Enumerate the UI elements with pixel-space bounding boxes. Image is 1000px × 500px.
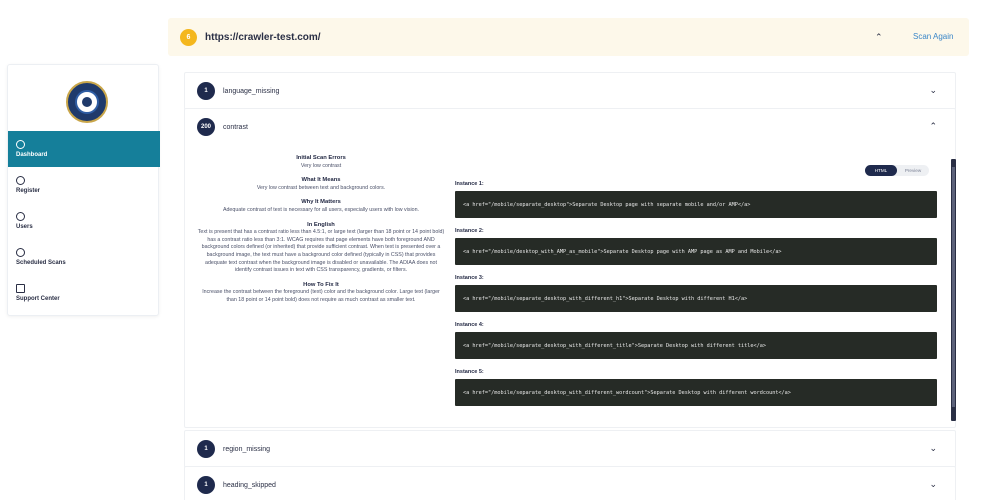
sidebar-item-label: Users bbox=[16, 224, 33, 230]
issue-name: language_missing bbox=[223, 87, 280, 95]
issue-count-badge: 1 bbox=[197, 82, 215, 100]
instance-code: <a href="/mobile/desktop_with_AMP_as_mob… bbox=[455, 238, 937, 265]
issue-heading-skipped: 1 heading_skipped ⌄ bbox=[184, 466, 956, 500]
instance-label: Instance 4: bbox=[455, 322, 484, 328]
instance-code: <a href="/mobile/separate_desktop_with_d… bbox=[455, 332, 937, 359]
sidebar-item-support-center[interactable]: Support Center bbox=[8, 275, 160, 311]
chevron-down-icon[interactable]: ⌄ bbox=[929, 479, 937, 490]
chevron-up-icon[interactable]: ⌃ bbox=[875, 32, 883, 43]
instance-label: Instance 3: bbox=[455, 275, 484, 281]
chevron-down-icon[interactable]: ⌄ bbox=[929, 85, 937, 96]
in-english-text: Text is present that has a contrast rati… bbox=[197, 229, 445, 274]
how-to-fix-text: Increase the contrast between the foregr… bbox=[202, 289, 440, 303]
sidebar: Dashboard Register Users Scheduled Scans… bbox=[7, 64, 160, 316]
view-toggle: HTML Preview bbox=[865, 165, 929, 176]
instance-item: Instance 4: <a href="/mobile/separate_de… bbox=[455, 322, 937, 359]
issue-details: Initial Scan Errors Very low contrast Wh… bbox=[185, 145, 957, 429]
instance-code: <a href="/mobile/separate_desktop">Separ… bbox=[455, 191, 937, 218]
support-icon bbox=[16, 284, 25, 293]
instance-label: Instance 5: bbox=[455, 369, 484, 375]
instance-code: <a href="/mobile/separate_desktop_with_d… bbox=[455, 379, 937, 406]
sidebar-item-label: Support Center bbox=[16, 296, 60, 302]
scrollbar-thumb[interactable] bbox=[952, 167, 955, 407]
instance-code: <a href="/mobile/separate_desktop_with_d… bbox=[455, 285, 937, 312]
initial-scan-text: Very low contrast bbox=[300, 162, 342, 169]
initial-scan-heading: Initial Scan Errors bbox=[296, 155, 346, 161]
instances-scrollbar[interactable] bbox=[951, 159, 956, 421]
issue-description: Initial Scan Errors Very low contrast Wh… bbox=[197, 155, 445, 305]
issue-header[interactable]: 1 language_missing ⌄ bbox=[185, 73, 955, 109]
sidebar-item-dashboard[interactable]: Dashboard bbox=[8, 131, 160, 167]
issue-count-badge: 1 bbox=[197, 476, 215, 494]
in-english-heading: In English bbox=[307, 221, 335, 228]
scan-again-button[interactable]: Scan Again bbox=[913, 32, 953, 41]
instance-item: Instance 5: <a href="/mobile/separate_de… bbox=[455, 369, 937, 406]
site-issue-count-badge: 6 bbox=[180, 28, 197, 46]
how-to-fix-heading: How To Fix It bbox=[303, 281, 339, 288]
issue-contrast: 200 contrast ⌃ Initial Scan Errors Very … bbox=[184, 108, 956, 428]
html-toggle-button[interactable]: HTML bbox=[865, 165, 897, 176]
site-url: https://crawler-test.com/ bbox=[205, 31, 321, 43]
main-content: 6 https://crawler-test.com/ ⌃ Scan Again… bbox=[168, 18, 969, 500]
issue-language-missing: 1 language_missing ⌄ bbox=[184, 72, 956, 110]
chevron-up-icon[interactable]: ⌃ bbox=[929, 121, 937, 132]
issue-header[interactable]: 1 heading_skipped ⌄ bbox=[185, 467, 955, 500]
organization-logo bbox=[66, 81, 108, 123]
sidebar-item-register[interactable]: Register bbox=[8, 167, 160, 203]
sidebar-item-label: Register bbox=[16, 188, 41, 194]
what-it-means-heading: What It Means bbox=[301, 177, 341, 184]
instance-item: Instance 2: <a href="/mobile/desktop_wit… bbox=[455, 228, 937, 265]
instance-label: Instance 1: bbox=[455, 181, 484, 187]
issue-region-missing: 1 region_missing ⌄ bbox=[184, 430, 956, 468]
why-it-matters-text: Adequate contrast of text is necessary f… bbox=[222, 206, 420, 213]
instance-label: Instance 2: bbox=[455, 228, 484, 234]
sidebar-item-users[interactable]: Users bbox=[8, 203, 160, 239]
issue-name: contrast bbox=[223, 123, 248, 131]
sidebar-item-label: Dashboard bbox=[16, 152, 48, 158]
wifi-icon bbox=[16, 140, 25, 149]
sidebar-item-label: Scheduled Scans bbox=[16, 260, 66, 266]
issue-name: heading_skipped bbox=[223, 481, 276, 489]
issue-header[interactable]: 200 contrast ⌃ bbox=[185, 109, 955, 145]
instances-list: Instance 1: <a href="/mobile/separate_de… bbox=[455, 181, 937, 416]
issue-count-badge: 1 bbox=[197, 440, 215, 458]
user-icon bbox=[16, 212, 25, 221]
what-it-means-text: Very low contrast between text and backg… bbox=[256, 184, 386, 191]
instance-item: Instance 1: <a href="/mobile/separate_de… bbox=[455, 181, 937, 218]
preview-toggle-button[interactable]: Preview bbox=[897, 165, 929, 176]
chevron-down-icon[interactable]: ⌄ bbox=[929, 443, 937, 454]
globe-icon bbox=[16, 176, 25, 185]
logo-seal-icon bbox=[75, 90, 99, 114]
why-it-matters-heading: Why It Matters bbox=[301, 199, 341, 206]
site-header[interactable]: 6 https://crawler-test.com/ ⌃ Scan Again bbox=[168, 18, 969, 56]
sidebar-nav: Dashboard Register Users Scheduled Scans… bbox=[8, 131, 160, 311]
issue-header[interactable]: 1 region_missing ⌄ bbox=[185, 431, 955, 467]
sidebar-item-scheduled-scans[interactable]: Scheduled Scans bbox=[8, 239, 160, 275]
clock-icon bbox=[16, 248, 25, 257]
issue-name: region_missing bbox=[223, 445, 271, 453]
instance-item: Instance 3: <a href="/mobile/separate_de… bbox=[455, 275, 937, 312]
issue-count-badge: 200 bbox=[197, 118, 215, 136]
